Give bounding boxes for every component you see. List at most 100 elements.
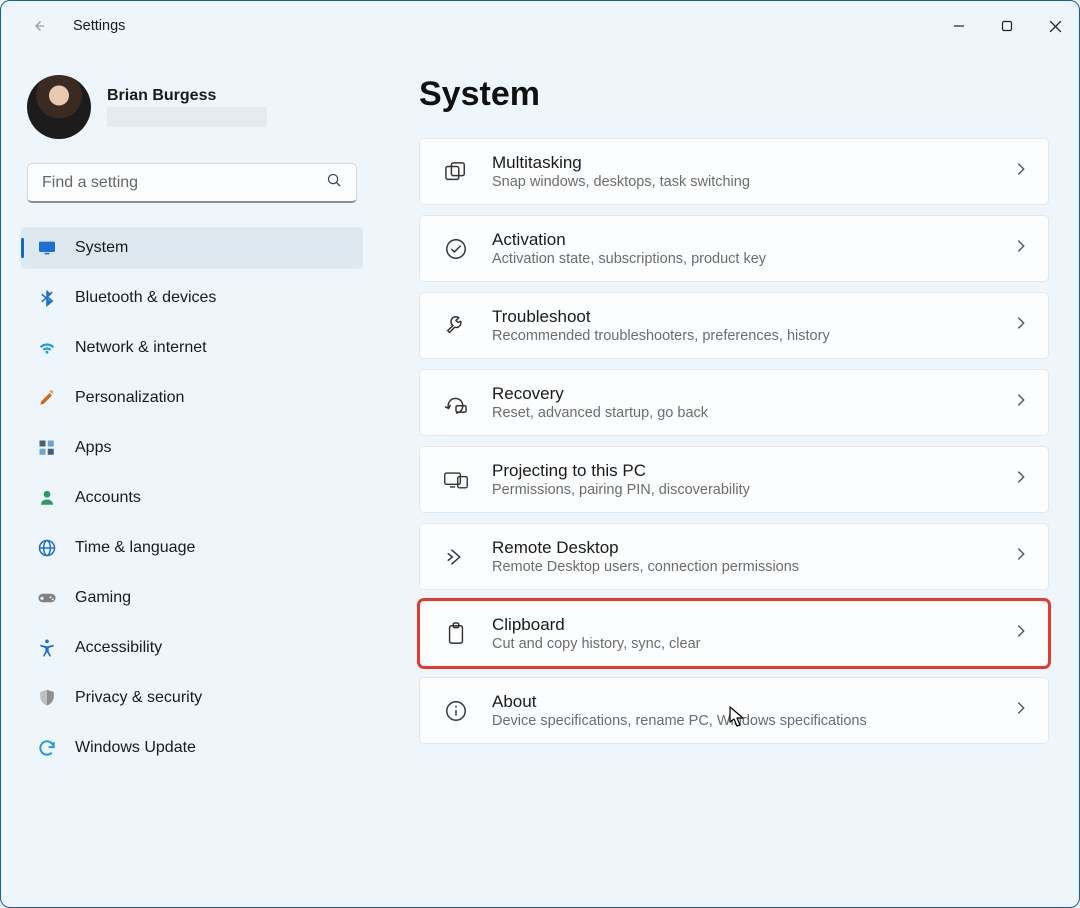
card-title: Clipboard xyxy=(492,615,1014,635)
bluetooth-icon xyxy=(37,288,57,308)
close-button[interactable] xyxy=(1031,4,1079,48)
remote-icon xyxy=(442,543,470,571)
chevron-right-icon xyxy=(1014,237,1028,260)
chevron-right-icon xyxy=(1014,622,1028,645)
minimize-button[interactable] xyxy=(935,4,983,48)
sidebar-item-label: Time & language xyxy=(75,539,195,557)
wifi-icon xyxy=(37,338,57,358)
card-subtitle: Snap windows, desktops, task switching xyxy=(492,174,1014,190)
maximize-button[interactable] xyxy=(983,4,1031,48)
avatar xyxy=(27,75,91,139)
sidebar-item-apps[interactable]: Apps xyxy=(21,427,363,469)
settings-card-clipboard[interactable]: Clipboard Cut and copy history, sync, cl… xyxy=(419,600,1049,667)
chevron-right-icon xyxy=(1014,391,1028,414)
sidebar-item-label: Network & internet xyxy=(75,339,207,357)
card-text: Remote Desktop Remote Desktop users, con… xyxy=(492,538,1014,575)
profile-block[interactable]: Brian Burgess xyxy=(21,75,363,139)
card-title: About xyxy=(492,692,1014,712)
card-title: Remote Desktop xyxy=(492,538,1014,558)
sidebar-item-gaming[interactable]: Gaming xyxy=(21,577,363,619)
card-subtitle: Reset, advanced startup, go back xyxy=(492,405,1014,421)
account-icon xyxy=(37,488,57,508)
brush-icon xyxy=(37,388,57,408)
card-text: Activation Activation state, subscriptio… xyxy=(492,230,1014,267)
display-icon xyxy=(37,238,57,258)
titlebar: Settings xyxy=(1,1,1079,51)
settings-card-activation[interactable]: Activation Activation state, subscriptio… xyxy=(419,215,1049,282)
chevron-right-icon xyxy=(1014,699,1028,722)
search-wrapper xyxy=(27,163,357,203)
maximize-icon xyxy=(1001,20,1013,32)
settings-card-about[interactable]: About Device specifications, rename PC, … xyxy=(419,677,1049,744)
settings-card-remote[interactable]: Remote Desktop Remote Desktop users, con… xyxy=(419,523,1049,590)
card-subtitle: Recommended troubleshooters, preferences… xyxy=(492,328,1014,344)
accessibility-icon xyxy=(37,638,57,658)
card-title: Recovery xyxy=(492,384,1014,404)
sidebar-item-time[interactable]: Time & language xyxy=(21,527,363,569)
card-title: Multitasking xyxy=(492,153,1014,173)
main-panel: System Multitasking Snap windows, deskto… xyxy=(371,51,1079,907)
close-icon xyxy=(1049,20,1062,33)
back-button[interactable] xyxy=(21,8,57,44)
recovery-icon xyxy=(442,389,470,417)
chevron-right-icon xyxy=(1014,545,1028,568)
globe-icon xyxy=(37,538,57,558)
card-subtitle: Device specifications, rename PC, Window… xyxy=(492,713,1014,729)
card-title: Activation xyxy=(492,230,1014,250)
window-controls xyxy=(935,4,1079,48)
card-subtitle: Remote Desktop users, connection permiss… xyxy=(492,559,1014,575)
sidebar-item-privacy[interactable]: Privacy & security xyxy=(21,677,363,719)
settings-card-recovery[interactable]: Recovery Reset, advanced startup, go bac… xyxy=(419,369,1049,436)
settings-card-multitasking[interactable]: Multitasking Snap windows, desktops, tas… xyxy=(419,138,1049,205)
check-circle-icon xyxy=(442,235,470,263)
sidebar-item-label: System xyxy=(75,239,128,257)
card-title: Troubleshoot xyxy=(492,307,1014,327)
settings-cards: Multitasking Snap windows, desktops, tas… xyxy=(419,138,1049,744)
multitasking-icon xyxy=(442,158,470,186)
sidebar-item-label: Accounts xyxy=(75,489,141,507)
card-text: Recovery Reset, advanced startup, go bac… xyxy=(492,384,1014,421)
clipboard-icon xyxy=(442,620,470,648)
sidebar-item-update[interactable]: Windows Update xyxy=(21,727,363,769)
chevron-right-icon xyxy=(1014,160,1028,183)
sidebar-item-accessibility[interactable]: Accessibility xyxy=(21,627,363,669)
sidebar-item-label: Accessibility xyxy=(75,639,162,657)
info-icon xyxy=(442,697,470,725)
sidebar-item-personalization[interactable]: Personalization xyxy=(21,377,363,419)
sidebar-item-network[interactable]: Network & internet xyxy=(21,327,363,369)
page-title: System xyxy=(419,75,1049,114)
chevron-right-icon xyxy=(1014,314,1028,337)
apps-icon xyxy=(37,438,57,458)
wrench-icon xyxy=(442,312,470,340)
update-icon xyxy=(37,738,57,758)
settings-card-projecting[interactable]: Projecting to this PC Permissions, pairi… xyxy=(419,446,1049,513)
sidebar-item-label: Personalization xyxy=(75,389,184,407)
profile-email-redacted xyxy=(107,107,267,127)
project-icon xyxy=(442,466,470,494)
sidebar-item-system[interactable]: System xyxy=(21,227,363,269)
card-text: Clipboard Cut and copy history, sync, cl… xyxy=(492,615,1014,652)
settings-card-troubleshoot[interactable]: Troubleshoot Recommended troubleshooters… xyxy=(419,292,1049,359)
gamepad-icon xyxy=(37,588,57,608)
card-text: Multitasking Snap windows, desktops, tas… xyxy=(492,153,1014,190)
sidebar-item-bluetooth[interactable]: Bluetooth & devices xyxy=(21,277,363,319)
chevron-right-icon xyxy=(1014,468,1028,491)
sidebar-item-label: Bluetooth & devices xyxy=(75,289,216,307)
sidebar-item-label: Apps xyxy=(75,439,111,457)
profile-name: Brian Burgess xyxy=(107,87,267,105)
sidebar-item-accounts[interactable]: Accounts xyxy=(21,477,363,519)
back-arrow-icon xyxy=(30,17,48,35)
card-subtitle: Permissions, pairing PIN, discoverabilit… xyxy=(492,482,1014,498)
sidebar-item-label: Gaming xyxy=(75,589,131,607)
nav-list: System Bluetooth & devices Network & int… xyxy=(21,227,363,769)
card-title: Projecting to this PC xyxy=(492,461,1014,481)
card-text: Projecting to this PC Permissions, pairi… xyxy=(492,461,1014,498)
sidebar: Brian Burgess System Bluetooth & devices… xyxy=(1,51,371,907)
minimize-icon xyxy=(953,20,965,32)
sidebar-item-label: Privacy & security xyxy=(75,689,202,707)
shield-icon xyxy=(37,688,57,708)
card-subtitle: Cut and copy history, sync, clear xyxy=(492,636,1014,652)
sidebar-item-label: Windows Update xyxy=(75,739,196,757)
search-input[interactable] xyxy=(27,163,357,203)
app-title: Settings xyxy=(73,18,125,34)
